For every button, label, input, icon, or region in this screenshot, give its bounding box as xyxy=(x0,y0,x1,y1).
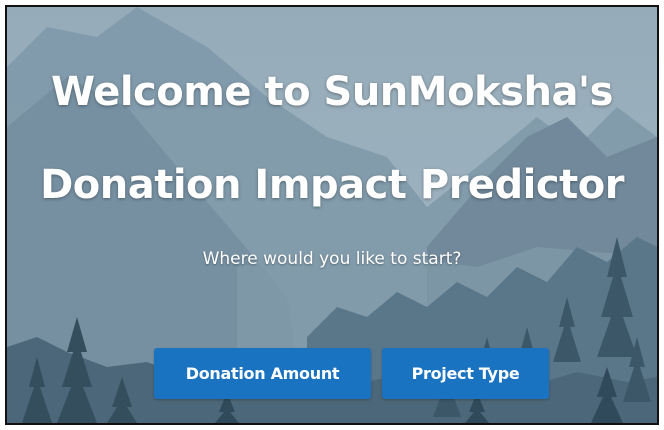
hero-section: Welcome to SunMoksha's Donation Impact P… xyxy=(7,7,657,423)
screenshot-frame: Welcome to SunMoksha's Donation Impact P… xyxy=(5,5,659,425)
hero-title-line-2: Donation Impact Predictor xyxy=(40,162,624,208)
hero-title-line-1: Welcome to SunMoksha's xyxy=(51,69,613,115)
start-prompt: Where would you like to start? xyxy=(202,249,462,269)
project-type-button[interactable]: Project Type xyxy=(382,348,549,399)
donation-amount-button[interactable]: Donation Amount xyxy=(154,348,371,399)
hero-content: Welcome to SunMoksha's Donation Impact P… xyxy=(7,7,657,423)
